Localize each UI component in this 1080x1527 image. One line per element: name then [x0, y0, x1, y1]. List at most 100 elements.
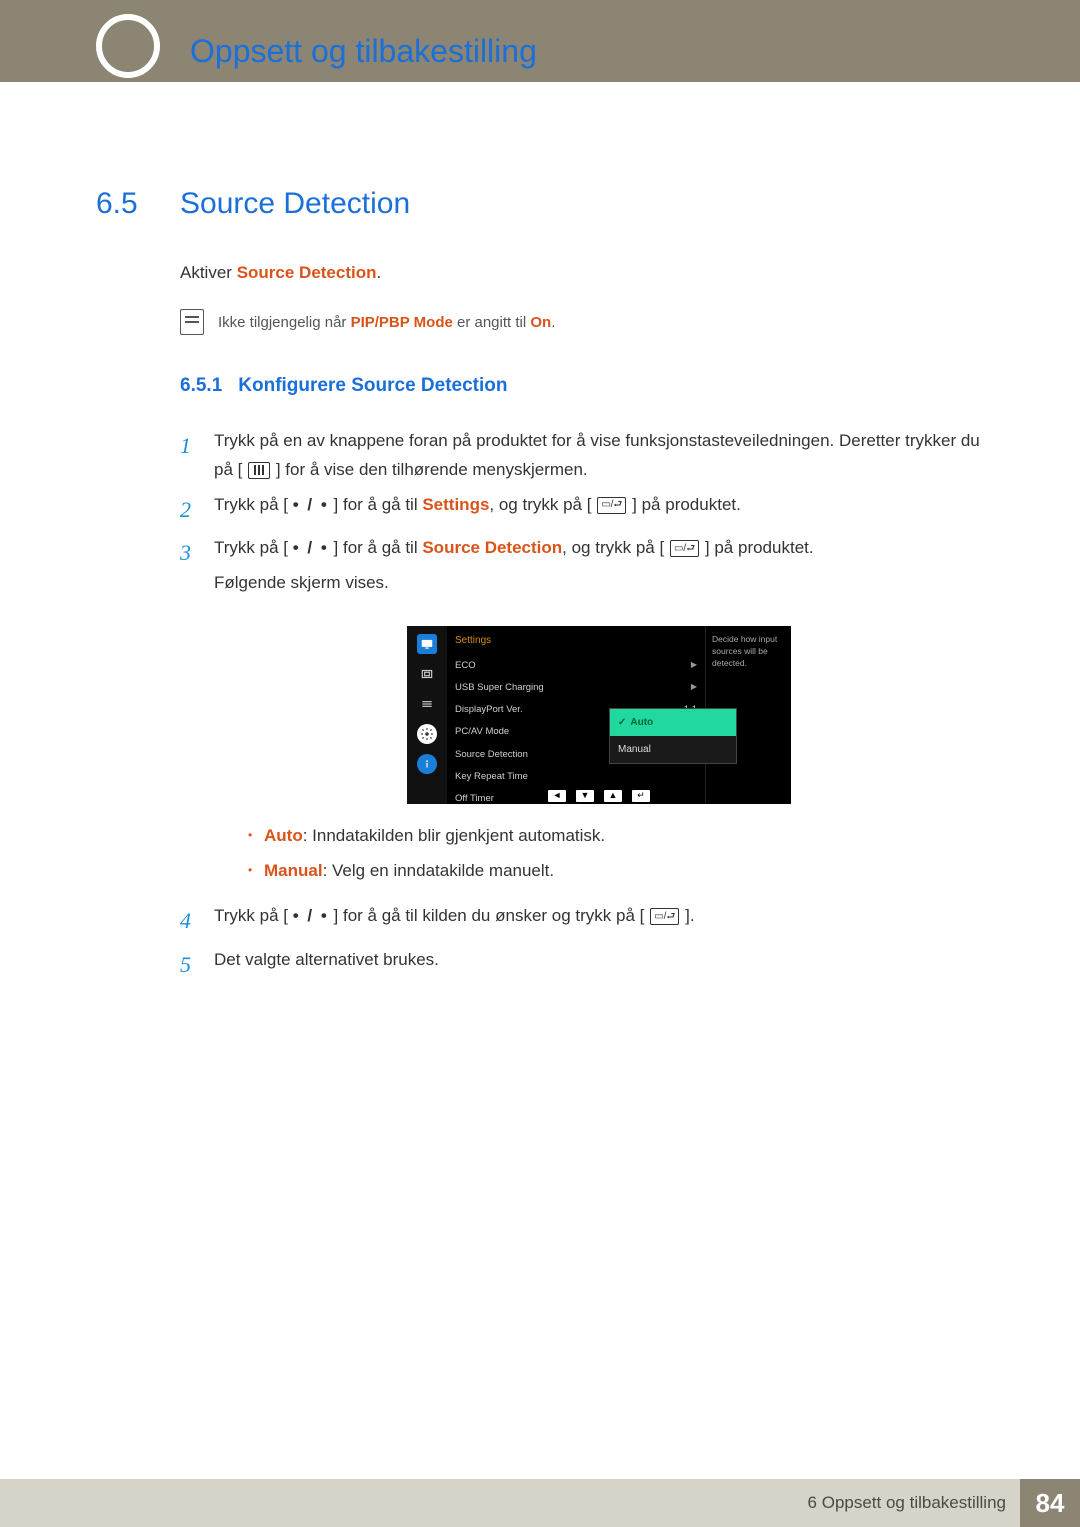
- text: ] for å gå til: [329, 495, 423, 514]
- intro-prefix: Aktiver: [180, 263, 237, 282]
- note-row: Ikke tilgjengelig når PIP/PBP Mode er an…: [180, 309, 984, 335]
- step-body: Det valgte alternativet brukes.: [214, 946, 984, 983]
- menu-icon: [248, 462, 270, 479]
- following-screen-text: Følgende skjerm vises.: [214, 569, 984, 598]
- label: Source Detection: [455, 747, 528, 763]
- bullet-auto: Auto: Inndatakilden blir gjenkjent autom…: [248, 822, 984, 849]
- subsection-number: 6.5.1: [180, 375, 222, 397]
- osd-row-key: Key Repeat Time: [455, 766, 697, 788]
- step-number: 4: [180, 902, 200, 939]
- step-number: 5: [180, 946, 200, 983]
- text: ].: [685, 906, 694, 925]
- text: , og trykk på [: [562, 538, 664, 557]
- label: Auto: [630, 714, 653, 731]
- nav-dots: • / •: [293, 538, 329, 557]
- step-list: 1 Trykk på en av knappene foran på produ…: [180, 427, 984, 983]
- step-number: 1: [180, 427, 200, 485]
- source-enter-icon: ▭/⮐: [670, 540, 699, 557]
- label: ECO: [455, 658, 476, 674]
- label: Off Timer: [455, 791, 494, 807]
- header-bar: Oppsett og tilbakestilling: [0, 0, 1080, 82]
- page-footer: 6 Oppsett og tilbakestilling 84: [0, 1479, 1080, 1527]
- label: PC/AV Mode: [455, 724, 509, 740]
- monitor-icon: [417, 634, 437, 654]
- text: ] for å gå til: [329, 538, 423, 557]
- step-body: Trykk på en av knappene foran på produkt…: [214, 427, 984, 485]
- label: Auto: [264, 826, 303, 845]
- desc: : Velg en inndatakilde manuelt.: [323, 861, 555, 880]
- source-enter-icon: ▭/⮐: [650, 908, 679, 925]
- option-descriptions: Auto: Inndatakilden blir gjenkjent autom…: [214, 822, 984, 884]
- nav-up-icon: ▲: [604, 790, 622, 802]
- text: Trykk på [: [214, 538, 293, 557]
- footer-chapter-text: 6 Oppsett og tilbakestilling: [808, 1493, 1006, 1513]
- page-title: Oppsett og tilbakestilling: [190, 33, 537, 70]
- osd-sidebar-icons: [407, 626, 447, 804]
- page-content: 6.5 Source Detection Aktiver Source Dete…: [0, 82, 1080, 983]
- label: USB Super Charging: [455, 680, 544, 696]
- note-prefix: Ikke tilgjengelig når: [218, 314, 351, 331]
- section-number: 6.5: [96, 187, 152, 221]
- note-icon: [180, 309, 204, 335]
- accent-text: Settings: [422, 495, 489, 514]
- step-3: 3 Trykk på [ • / • ] for å gå til Source…: [180, 534, 984, 896]
- text: ] for å gå til kilden du ønsker og trykk…: [329, 906, 645, 925]
- subsection-title: Konfigurere Source Detection: [238, 375, 507, 397]
- info-icon: [417, 754, 437, 774]
- step-body: Trykk på [ • / • ] for å gå til Settings…: [214, 491, 984, 528]
- nav-left-icon: ◄: [548, 790, 566, 802]
- step-4: 4 Trykk på [ • / • ] for å gå til kilden…: [180, 902, 984, 939]
- osd-screenshot: Settings ECO ▶ USB Super Charging ▶ Displa…: [407, 626, 791, 804]
- label: Manual: [264, 861, 323, 880]
- text: Trykk på [: [214, 495, 293, 514]
- osd-menu: Settings ECO ▶ USB Super Charging ▶ Displa…: [447, 626, 705, 804]
- step-body: Trykk på [ • / • ] for å gå til Source D…: [214, 534, 984, 896]
- gear-icon: [417, 724, 437, 744]
- step-1: 1 Trykk på en av knappene foran på produ…: [180, 427, 984, 485]
- note-accent2: On: [530, 314, 551, 331]
- desc: : Inndatakilden blir gjenkjent automatis…: [303, 826, 605, 845]
- section-heading: 6.5 Source Detection: [96, 187, 984, 221]
- section-title: Source Detection: [180, 187, 410, 221]
- accent-text: Source Detection: [422, 538, 562, 557]
- intro-text: Aktiver Source Detection.: [180, 263, 984, 283]
- footer-page-number: 84: [1020, 1479, 1080, 1527]
- note-accent1: PIP/PBP Mode: [351, 314, 453, 331]
- osd-option-auto: Auto: [610, 709, 736, 736]
- step-number: 2: [180, 491, 200, 528]
- osd-row-eco: ECO ▶: [455, 655, 697, 677]
- note-mid: er angitt til: [453, 314, 531, 331]
- osd-option-manual: Manual: [610, 736, 736, 763]
- text: ] for å vise den tilhørende menyskjermen…: [276, 460, 588, 479]
- list-icon: [417, 694, 437, 714]
- source-enter-icon: ▭/⮐: [597, 497, 626, 514]
- step-body: Trykk på [ • / • ] for å gå til kilden d…: [214, 902, 984, 939]
- chapter-circle-icon: [96, 14, 160, 78]
- nav-dots: • / •: [293, 495, 329, 514]
- text: , og trykk på [: [489, 495, 591, 514]
- nav-dots: • / •: [293, 906, 329, 925]
- label: Key Repeat Time: [455, 769, 528, 785]
- osd-nav-bar: ◄ ▼ ▲ ↵: [548, 790, 650, 802]
- nav-enter-icon: ↵: [632, 790, 650, 802]
- note-text: Ikke tilgjengelig når PIP/PBP Mode er an…: [218, 314, 555, 331]
- chevron-right-icon: ▶: [691, 658, 697, 674]
- bullet-manual: Manual: Velg en inndatakilde manuelt.: [248, 857, 984, 884]
- subsection-heading: 6.5.1 Konfigurere Source Detection: [180, 375, 984, 397]
- chevron-right-icon: ▶: [691, 680, 697, 696]
- label: DisplayPort Ver.: [455, 702, 523, 718]
- step-5: 5 Det valgte alternativet brukes.: [180, 946, 984, 983]
- step-2: 2 Trykk på [ • / • ] for å gå til Settin…: [180, 491, 984, 528]
- osd-dropdown: Auto Manual: [609, 708, 737, 764]
- osd-menu-title: Settings: [455, 632, 697, 649]
- intro-accent: Source Detection: [237, 263, 377, 282]
- nav-down-icon: ▼: [576, 790, 594, 802]
- pip-icon: [417, 664, 437, 684]
- osd-row-usb: USB Super Charging ▶: [455, 677, 697, 699]
- intro-suffix: .: [377, 263, 382, 282]
- text: ] på produktet.: [705, 538, 814, 557]
- note-suffix: .: [551, 314, 555, 331]
- text: Trykk på [: [214, 906, 293, 925]
- step-number: 3: [180, 534, 200, 896]
- text: ] på produktet.: [632, 495, 741, 514]
